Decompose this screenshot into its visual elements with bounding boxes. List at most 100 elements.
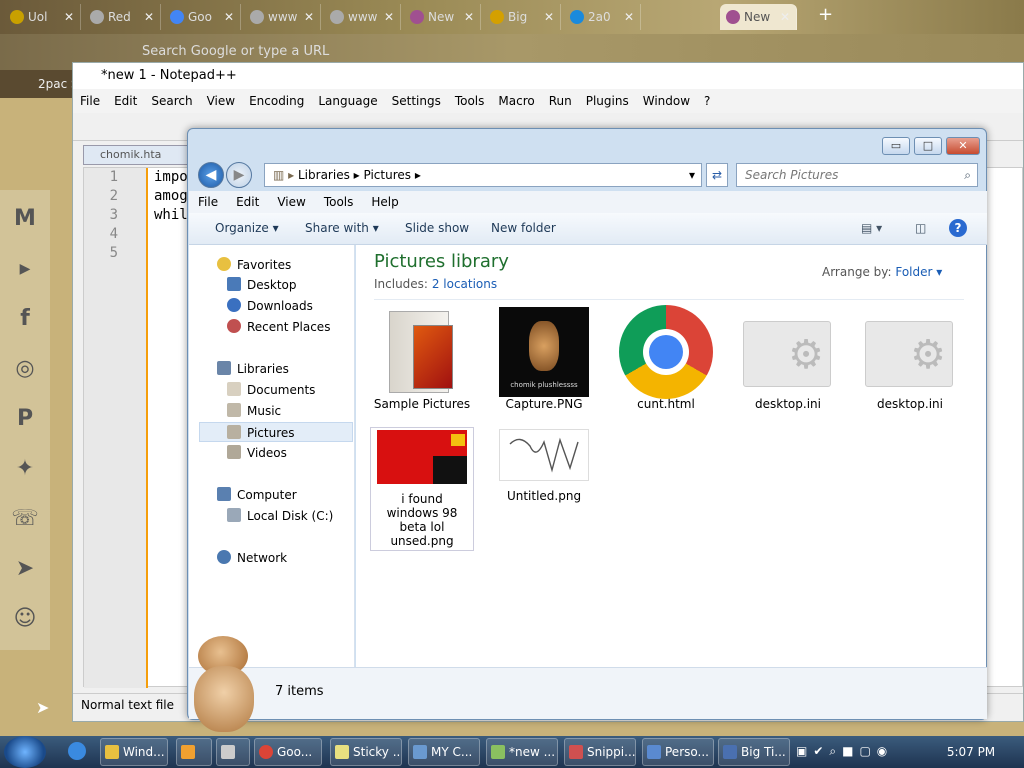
menu-search[interactable]: Search bbox=[144, 89, 199, 113]
clock[interactable]: 5:07 PM bbox=[936, 736, 1006, 768]
pinterest-icon[interactable]: P bbox=[8, 402, 42, 436]
share-with-button[interactable]: Share with ▾ bbox=[305, 221, 379, 235]
address-bar[interactable]: ▥ ▸ Libraries ▸ Pictures ▸ ▾ bbox=[264, 163, 702, 187]
menu-language[interactable]: Language bbox=[311, 89, 384, 113]
facebook-icon[interactable]: f bbox=[8, 302, 42, 336]
close-icon[interactable]: ✕ bbox=[624, 4, 634, 30]
nav-downloads[interactable]: Downloads bbox=[227, 296, 313, 316]
internet-explorer-icon[interactable] bbox=[68, 742, 86, 760]
back-button[interactable]: ◀ bbox=[198, 162, 224, 188]
telegram-icon[interactable]: ➤ bbox=[8, 552, 42, 586]
menu-encoding[interactable]: Encoding bbox=[242, 89, 311, 113]
organize-button[interactable]: Organize ▾ bbox=[215, 221, 279, 235]
file-tile[interactable]: Sample Pictures bbox=[370, 307, 474, 411]
file-tile-selected[interactable]: i found windows 98 beta lol unsed.png bbox=[370, 427, 474, 551]
reddit-icon[interactable]: ☺ bbox=[8, 602, 42, 636]
taskbar-sticky-notes[interactable]: Sticky ... bbox=[330, 738, 402, 766]
instagram-icon[interactable]: ◎ bbox=[8, 352, 42, 386]
taskbar-chrome[interactable]: Goo... bbox=[254, 738, 322, 766]
menu-run[interactable]: Run bbox=[542, 89, 579, 113]
nav-pictures[interactable]: Pictures bbox=[199, 422, 353, 442]
nav-music[interactable]: Music bbox=[227, 401, 281, 421]
file-tile[interactable]: ⚙ desktop.ini bbox=[736, 307, 840, 411]
close-icon[interactable]: ✕ bbox=[464, 4, 474, 30]
menu-tools[interactable]: Tools bbox=[315, 191, 363, 213]
taskbar-big-time[interactable]: Big Ti... bbox=[718, 738, 790, 766]
breadcrumb-pictures[interactable]: Pictures bbox=[363, 168, 411, 182]
omnibox[interactable]: Search Google or type a URL bbox=[108, 41, 748, 63]
browser-tab[interactable]: www ✕ bbox=[324, 4, 401, 30]
taskbar-snipping-tool[interactable]: Snippi... bbox=[564, 738, 636, 766]
browser-tab-active[interactable]: New ✕ bbox=[720, 4, 797, 30]
menu-edit[interactable]: Edit bbox=[227, 191, 268, 213]
nav-network[interactable]: Network bbox=[217, 548, 287, 568]
menu-plugins[interactable]: Plugins bbox=[579, 89, 636, 113]
file-tile[interactable]: cunt.html bbox=[614, 305, 718, 411]
menu-view[interactable]: View bbox=[200, 89, 242, 113]
nav-favorites[interactable]: Favorites bbox=[217, 255, 291, 275]
system-tray-icons[interactable]: ▣✔⌕■▢◉ bbox=[796, 744, 926, 760]
preview-pane-icon[interactable]: ◫ bbox=[915, 221, 926, 235]
file-tab[interactable]: chomik.hta bbox=[83, 145, 193, 165]
taskbar-explorer[interactable]: Wind... bbox=[100, 738, 168, 766]
minimize-button[interactable]: ▭ bbox=[882, 137, 910, 155]
nav-local-disk[interactable]: Local Disk (C:) bbox=[227, 506, 333, 526]
menu-help[interactable]: ? bbox=[697, 89, 717, 113]
nav-documents[interactable]: Documents bbox=[227, 380, 315, 400]
breadcrumb-libraries[interactable]: Libraries bbox=[298, 168, 350, 182]
help-icon[interactable]: ? bbox=[949, 219, 967, 237]
gmail-icon[interactable]: M bbox=[8, 202, 42, 236]
browser-tab[interactable]: 2a0 ✕ bbox=[564, 4, 641, 30]
menu-tools[interactable]: Tools bbox=[448, 89, 492, 113]
arrange-dropdown[interactable]: Folder ▾ bbox=[895, 265, 942, 279]
slide-show-button[interactable]: Slide show bbox=[405, 221, 469, 235]
search-input[interactable]: Search Pictures ⌕ bbox=[736, 163, 978, 187]
browser-tab[interactable]: Red ✕ bbox=[84, 4, 161, 30]
youtube-icon[interactable]: ▶ bbox=[8, 252, 42, 286]
browser-tab[interactable]: New ✕ bbox=[404, 4, 481, 30]
nav-computer[interactable]: Computer bbox=[217, 485, 297, 505]
new-folder-button[interactable]: New folder bbox=[491, 221, 556, 235]
whatsapp-icon[interactable]: ☏ bbox=[8, 502, 42, 536]
taskbar-media[interactable] bbox=[176, 738, 212, 766]
close-icon[interactable]: ✕ bbox=[144, 4, 154, 30]
close-icon[interactable]: ✕ bbox=[544, 4, 554, 30]
nav-recent-places[interactable]: Recent Places bbox=[227, 317, 330, 337]
menu-macro[interactable]: Macro bbox=[491, 89, 541, 113]
browser-tab[interactable]: Goo ✕ bbox=[164, 4, 241, 30]
browser-tab[interactable]: www ✕ bbox=[244, 4, 321, 30]
twitter-icon[interactable]: ✦ bbox=[8, 452, 42, 486]
maximize-button[interactable]: □ bbox=[914, 137, 942, 155]
menu-view[interactable]: View bbox=[268, 191, 314, 213]
view-options-icon[interactable]: ▤ ▾ bbox=[861, 221, 882, 235]
close-icon[interactable]: ✕ bbox=[224, 4, 234, 30]
locations-link[interactable]: 2 locations bbox=[432, 277, 497, 291]
chevron-down-icon[interactable]: ▾ bbox=[689, 164, 695, 186]
close-icon[interactable]: ✕ bbox=[780, 4, 790, 30]
start-button[interactable] bbox=[4, 736, 46, 768]
nav-desktop[interactable]: Desktop bbox=[227, 275, 297, 295]
search-icon[interactable]: ⌕ bbox=[964, 164, 971, 186]
taskbar-my-computer[interactable]: MY C... bbox=[408, 738, 480, 766]
close-icon[interactable]: ✕ bbox=[304, 4, 314, 30]
taskbar-personalization[interactable]: Perso... bbox=[642, 738, 714, 766]
close-icon[interactable]: ✕ bbox=[64, 4, 74, 30]
browser-tab[interactable]: Uol ✕ bbox=[4, 4, 81, 30]
bookmark-item[interactable]: 2pac S bbox=[0, 70, 80, 98]
taskbar-calculator[interactable] bbox=[216, 738, 250, 766]
menu-settings[interactable]: Settings bbox=[385, 89, 448, 113]
file-tile[interactable]: ⚙ desktop.ini bbox=[858, 307, 962, 411]
file-tile[interactable]: chomik plushlessss Capture.PNG bbox=[492, 307, 596, 411]
menu-help[interactable]: Help bbox=[362, 191, 407, 213]
refresh-button[interactable]: ⇄ bbox=[706, 163, 728, 187]
close-icon[interactable]: ✕ bbox=[384, 4, 394, 30]
file-tile[interactable]: Untitled.png bbox=[492, 429, 596, 503]
nav-libraries[interactable]: Libraries bbox=[217, 359, 289, 379]
close-button[interactable]: ✕ bbox=[946, 137, 980, 155]
taskbar-notepadpp[interactable]: *new ... bbox=[486, 738, 558, 766]
nav-videos[interactable]: Videos bbox=[227, 443, 287, 463]
menu-file[interactable]: File bbox=[73, 89, 107, 113]
menu-edit[interactable]: Edit bbox=[107, 89, 144, 113]
browser-tab[interactable]: Big ✕ bbox=[484, 4, 561, 30]
forward-button[interactable]: ▶ bbox=[226, 162, 252, 188]
